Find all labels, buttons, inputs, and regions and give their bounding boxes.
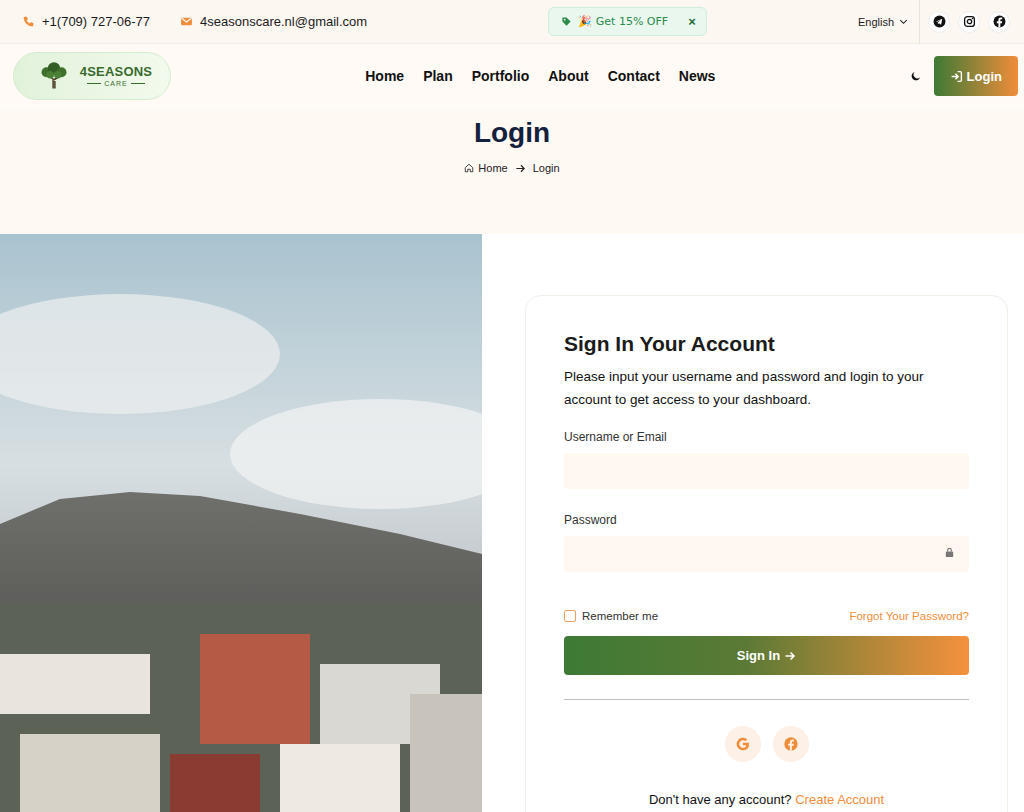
tag-icon [561,16,572,27]
language-selector[interactable]: English [858,0,920,44]
site-logo[interactable]: 4SEASONS CARE [13,52,171,100]
facebook-icon [783,736,799,752]
password-input[interactable] [564,536,969,572]
signup-text: Don't have any account? [649,792,792,807]
lock-icon [944,547,955,558]
breadcrumb-item[interactable]: Home [478,162,507,174]
nav-link[interactable]: Home [365,68,404,84]
telegram-link[interactable] [928,11,950,33]
top-bar: +1(709) 727-06-77 4seasonscare.nl@gmail.c… [0,0,1024,44]
home-icon [464,163,474,173]
phone-number[interactable]: +1(709) 727-06-77 [42,14,150,29]
form-options: Remember me Forgot Your Password? [564,610,969,622]
page-header: Login Home Login [0,108,1024,234]
form-description: Please input your username and password … [564,365,969,411]
promo-text: 🎉 Get 15% OFF [578,15,668,28]
logo-title: 4SEASONS [80,65,152,78]
nav-link[interactable]: News [679,68,716,84]
login-column: Sign In Your Account Please input your us… [482,234,1024,812]
form-title: Sign In Your Account [564,332,969,356]
login-button[interactable]: Login [934,56,1018,96]
remember-checkbox[interactable] [564,610,576,622]
form-field: Password [564,510,969,572]
remember-label[interactable]: Remember me [582,610,658,622]
moon-icon [910,70,922,82]
social-login [564,726,969,762]
chevron-down-icon [898,16,909,27]
nav-link[interactable]: About [548,68,588,84]
nav-links: Home Plan Portfolio About Contact News [365,68,715,84]
telegram-icon [933,15,946,28]
create-account-link[interactable]: Create Account [795,792,884,807]
facebook-icon [993,15,1006,28]
phone-icon [22,15,35,28]
login-card: Sign In Your Account Please input your us… [525,295,1008,812]
instagram-link[interactable] [958,11,980,33]
promo-close-button[interactable]: × [688,14,696,29]
field-label: Username or Email [564,430,667,444]
sign-in-button[interactable]: Sign In [564,636,969,675]
breadcrumb-item: Login [533,162,560,174]
facebook-login-button[interactable] [773,726,809,762]
facebook-link[interactable] [988,11,1010,33]
nav-link[interactable]: Portfolio [472,68,530,84]
city-photo [0,234,482,812]
form-field: Username or Email [564,427,969,489]
email-contact[interactable]: 4seasonscare.nl@gmail.com [180,14,367,29]
input-wrapper [564,536,969,572]
language-label[interactable]: English [858,16,894,28]
breadcrumb-home[interactable]: Home [464,162,507,174]
instagram-icon [963,15,976,28]
input-wrapper [564,453,969,489]
username-input[interactable] [564,453,969,489]
nav-link[interactable]: Plan [423,68,453,84]
mail-icon [180,15,193,28]
breadcrumb: Home Login [464,162,559,174]
divider [564,699,969,700]
google-icon [735,736,751,752]
promo-banner: 🎉 Get 15% OFF × [548,7,706,36]
signup-prompt: Don't have any account? Create Account [564,792,969,807]
field-label: Password [564,513,617,527]
login-section: Sign In Your Account Please input your us… [0,234,1024,812]
page-title: Login [474,117,550,149]
login-button-label[interactable]: Login [967,69,1002,84]
arrow-right-icon [784,650,796,662]
google-login-button[interactable] [725,726,761,762]
sign-in-label[interactable]: Sign In [737,648,780,663]
logo-text: 4SEASONS CARE [80,65,152,87]
remember-me[interactable]: Remember me [564,610,658,622]
tree-icon [32,61,76,91]
email-address[interactable]: 4seasonscare.nl@gmail.com [200,14,367,29]
lock [944,547,955,558]
login-icon [950,70,963,83]
arrow-right-icon [515,163,526,174]
forgot-password-link[interactable]: Forgot Your Password? [849,610,969,622]
phone-contact[interactable]: +1(709) 727-06-77 [22,14,150,29]
logo-subtitle: CARE [87,80,144,87]
nav-link[interactable]: Contact [608,68,660,84]
main-nav: 4SEASONS CARE Home Plan Portfolio About Contac… [0,44,1024,108]
theme-toggle[interactable] [910,70,922,82]
